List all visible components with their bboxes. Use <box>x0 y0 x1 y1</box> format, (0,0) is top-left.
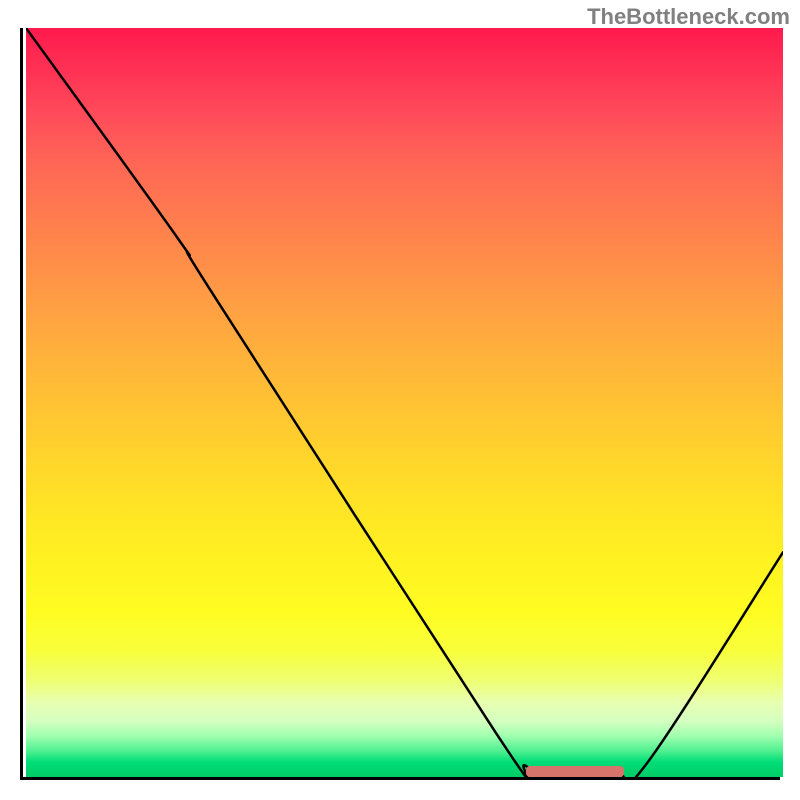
plot-area <box>20 28 780 780</box>
curve-layer <box>26 28 783 777</box>
bottleneck-curve <box>26 28 783 777</box>
attribution-text: TheBottleneck.com <box>587 4 790 30</box>
chart-container: TheBottleneck.com <box>0 0 800 800</box>
optimal-marker <box>526 766 624 777</box>
